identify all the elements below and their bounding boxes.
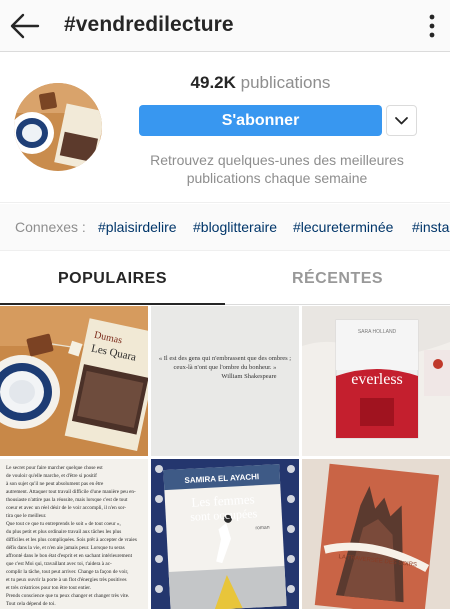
post-thumbnail[interactable]: SARA HOLLAND everless (302, 306, 450, 456)
hashtag-avatar (14, 83, 102, 171)
posts-grid: Dumas Les Quara « Il est des gens qui n'… (0, 306, 450, 611)
post3-book-title: everless (351, 371, 403, 388)
post4-text-line: Le secret pour faire marcher quelque cho… (6, 464, 103, 471)
post4-text-line: que c'est Moi qui, travaillant avec toi,… (6, 561, 112, 567)
post2-quote-line1: « Il est des gens qui n'embrassent que d… (158, 355, 292, 362)
top-bar: #vendredilecture (0, 0, 450, 52)
post-tabs: POPULAIRES RÉCENTES (0, 252, 450, 305)
post-thumbnail[interactable]: SAMIRA EL AYACHI Les femmes sont occupée… (151, 459, 299, 609)
related-tag-bloglitteraire[interactable]: #bloglitteraire (193, 219, 277, 235)
related-tag-plaisirdelire[interactable]: #plaisirdelire (98, 219, 177, 235)
back-arrow-icon[interactable] (8, 9, 42, 43)
post-thumbnail[interactable]: LA TRAVERSÉE DES SOIRS (302, 459, 450, 609)
tab-popular[interactable]: POPULAIRES (0, 252, 225, 305)
post2-quote: « Il est des gens qui n'embrassent que d… (151, 354, 299, 381)
related-hashtags: Connexes : #plaisirdelire #bloglitterair… (0, 204, 450, 251)
chevron-down-icon (395, 117, 408, 125)
publication-count-value: 49.2K (190, 73, 236, 92)
post3-book-author: SARA HOLLAND (358, 329, 397, 335)
hashtag-profile: 49.2K publications S'abonner Retrouvez q… (0, 53, 450, 203)
related-label: Connexes : (15, 219, 86, 235)
post4-text-line: Que tout ce que tu entreprends le soit «… (6, 521, 121, 527)
post4-text-line: Tout cela dépend de toi. (6, 601, 56, 607)
post5-book-subtitle: roman (255, 525, 270, 532)
post4-text-line: défis dans la vie, et n'en aie jamais pe… (6, 544, 125, 551)
post2-quote-line2: ceux-là n'ont que l'ombre du bonheur. » (173, 364, 277, 371)
post4-text-line: autrement. Attaquer tout travail diffici… (6, 488, 136, 495)
post4-text-line: tira que le meilleur. (6, 513, 46, 519)
suggestions-dropdown-button[interactable] (386, 105, 417, 136)
post4-text-line: thousiaste n'attire pas la réussite, mai… (6, 497, 128, 503)
follow-button[interactable]: S'abonner (139, 105, 382, 136)
post-thumbnail[interactable]: Le secret pour faire marcher quelque cho… (0, 459, 148, 609)
post-thumbnail[interactable]: « Il est des gens qui n'embrassent que d… (151, 306, 299, 456)
post4-text-line: du plus petit et plus ordinaire travail … (6, 529, 121, 535)
post2-quote-author: William Shakespeare (221, 373, 277, 380)
tab-recent[interactable]: RÉCENTES (225, 252, 450, 305)
post4-text-line: complir la tâche, tout peut arriver. Cha… (6, 568, 128, 575)
post-thumbnail[interactable]: Dumas Les Quara (0, 306, 148, 456)
more-vertical-icon[interactable] (428, 13, 436, 39)
publication-count: 49.2K publications (139, 73, 382, 93)
related-tag-insta[interactable]: #insta (412, 219, 449, 235)
hashtag-description: Retrouvez quelques-unes des meilleures p… (150, 152, 404, 186)
post4-text-line: à son sujet qu'il ne peut absolument pas… (6, 481, 104, 487)
publication-count-label: publications (235, 73, 331, 92)
post4-text-line: Prends conscience que tu peux changer et… (6, 593, 129, 599)
post4-text-line: affronté dans le bon état d'esprit et en… (6, 552, 133, 559)
post4-text-line: coeur et avec un réel désir de le voir a… (6, 505, 126, 511)
post4-text-line: difficiles et les plus compliquées. Sois… (6, 536, 137, 543)
page-title: #vendredilecture (64, 13, 234, 36)
post4-text-line: et très créatrices pour ton être tout en… (6, 585, 91, 591)
related-tag-lectureterminee[interactable]: #lecureterminée (293, 219, 393, 235)
post4-text-line: de vouloir qu'elle marche, et d'être si … (6, 472, 97, 479)
post4-text-line: et tu peux ouvrir la porte à un flot d'é… (6, 576, 127, 583)
